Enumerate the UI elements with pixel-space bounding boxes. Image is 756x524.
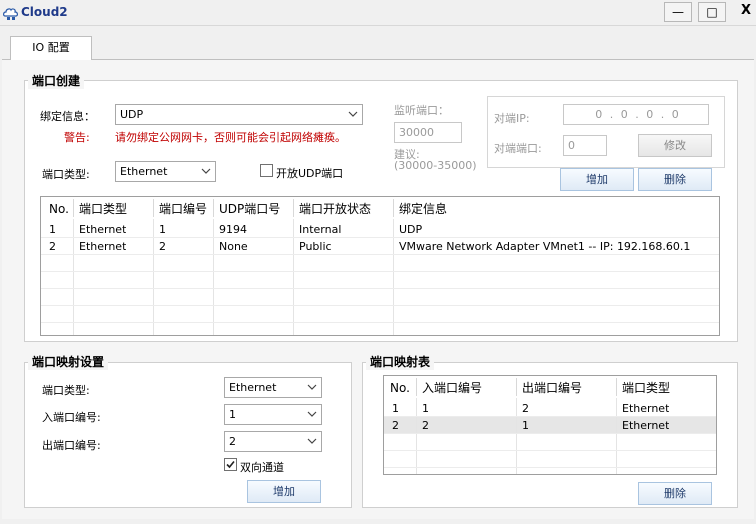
bidirectional-label: 双向通道 <box>240 461 284 474</box>
table-cell: Public <box>299 240 332 253</box>
in-port-select[interactable]: 1 <box>224 404 322 425</box>
add-port-button[interactable]: 增加 <box>560 168 634 191</box>
table-cell: UDP <box>399 223 423 236</box>
mapping-table[interactable]: No. 入端口编号 出端口编号 端口类型 1 1 2 Ethernet 2 2 … <box>383 375 717 475</box>
binding-select[interactable]: UDP <box>115 104 363 125</box>
in-port-value: 1 <box>229 408 236 421</box>
column-header[interactable]: 端口类型 <box>79 199 127 219</box>
out-port-select[interactable]: 2 <box>224 431 322 452</box>
column-header[interactable]: 出端口编号 <box>522 378 582 398</box>
port-create-title: 端口创建 <box>28 72 85 89</box>
column-header[interactable]: No. <box>390 378 410 398</box>
table-cell: Internal <box>299 223 342 236</box>
table-cell: Ethernet <box>79 223 127 236</box>
title-bar <box>0 0 756 26</box>
warning-label: 警告: <box>64 131 90 144</box>
maximize-button[interactable]: □ <box>698 2 726 22</box>
port-table[interactable]: No. 端口类型 端口编号 UDP端口号 端口开放状态 绑定信息 1 Ether… <box>40 196 720 336</box>
bidirectional-checkbox[interactable] <box>224 458 237 471</box>
listen-port-label: 监听端口： <box>394 104 449 117</box>
warning-text: 请勿绑定公网网卡，否则可能会引起网络瘫痪。 <box>115 131 346 144</box>
column-header[interactable]: 端口编号 <box>159 199 207 219</box>
cloud-app-icon <box>3 5 19 21</box>
in-port-label: 入端口编号: <box>42 411 101 424</box>
peer-ip-label: 对端IP: <box>494 112 530 125</box>
window-title: Cloud2 <box>21 5 68 19</box>
chevron-down-icon <box>348 111 358 117</box>
tab-io-config[interactable]: IO 配置 <box>10 36 92 60</box>
mapping-port-type-label: 端口类型: <box>42 384 90 397</box>
out-port-label: 出端口编号: <box>42 439 101 452</box>
table-cell: Ethernet <box>79 240 127 253</box>
out-port-value: 2 <box>229 435 236 448</box>
column-header[interactable]: 入端口编号 <box>422 378 482 398</box>
port-mapping-settings-title: 端口映射设置 <box>28 353 109 370</box>
table-cell: 1 <box>392 402 399 415</box>
column-header[interactable]: 端口开放状态 <box>299 199 371 219</box>
table-cell: None <box>219 240 248 253</box>
port-type-label: 端口类型: <box>42 168 90 181</box>
table-cell: 1 <box>49 223 56 236</box>
port-type-select[interactable]: Ethernet <box>115 161 216 182</box>
peer-port-input[interactable]: 0 <box>563 135 607 156</box>
table-cell: 2 <box>392 419 399 432</box>
table-cell: 2 <box>522 402 529 415</box>
column-header[interactable]: 绑定信息 <box>399 199 447 219</box>
open-udp-label: 开放UDP端口 <box>276 167 344 180</box>
binding-label: 绑定信息： <box>40 110 95 123</box>
port-mapping-table-title: 端口映射表 <box>366 353 435 370</box>
minimize-button[interactable]: — <box>664 2 692 22</box>
table-cell: 1 <box>159 223 166 236</box>
mapping-port-type-value: Ethernet <box>229 381 277 394</box>
column-header[interactable]: UDP端口号 <box>219 199 280 219</box>
delete-mapping-button[interactable]: 删除 <box>638 482 712 505</box>
column-header[interactable]: 端口类型 <box>622 378 670 398</box>
table-cell: 2 <box>159 240 166 253</box>
peer-port-label: 对端端口: <box>494 142 542 155</box>
table-cell: Ethernet <box>622 402 670 415</box>
mapping-port-type-select[interactable]: Ethernet <box>224 377 322 398</box>
table-cell: 2 <box>422 419 429 432</box>
listen-port-input[interactable]: 30000 <box>394 122 462 143</box>
binding-select-value: UDP <box>120 108 144 121</box>
delete-port-button[interactable]: 删除 <box>638 168 712 191</box>
table-cell: 1 <box>522 419 529 432</box>
column-header[interactable]: No. <box>49 199 69 219</box>
table-cell: 9194 <box>219 223 247 236</box>
peer-ip-input[interactable]: 0 . 0 . 0 . 0 <box>563 104 709 125</box>
table-cell: VMware Network Adapter VMnet1 -- IP: 192… <box>399 240 691 253</box>
modify-button[interactable]: 修改 <box>638 134 712 157</box>
table-cell: Ethernet <box>622 419 670 432</box>
chevron-down-icon <box>307 384 317 390</box>
chevron-down-icon <box>307 411 317 417</box>
table-cell: 1 <box>422 402 429 415</box>
close-button[interactable]: X <box>734 2 756 22</box>
add-mapping-button[interactable]: 增加 <box>247 480 321 503</box>
port-type-select-value: Ethernet <box>120 165 168 178</box>
suggest-range: (30000-35000) <box>394 159 477 172</box>
open-udp-checkbox[interactable] <box>260 164 273 177</box>
checkmark-icon <box>226 460 235 469</box>
chevron-down-icon <box>201 168 211 174</box>
table-cell: 2 <box>49 240 56 253</box>
chevron-down-icon <box>307 438 317 444</box>
